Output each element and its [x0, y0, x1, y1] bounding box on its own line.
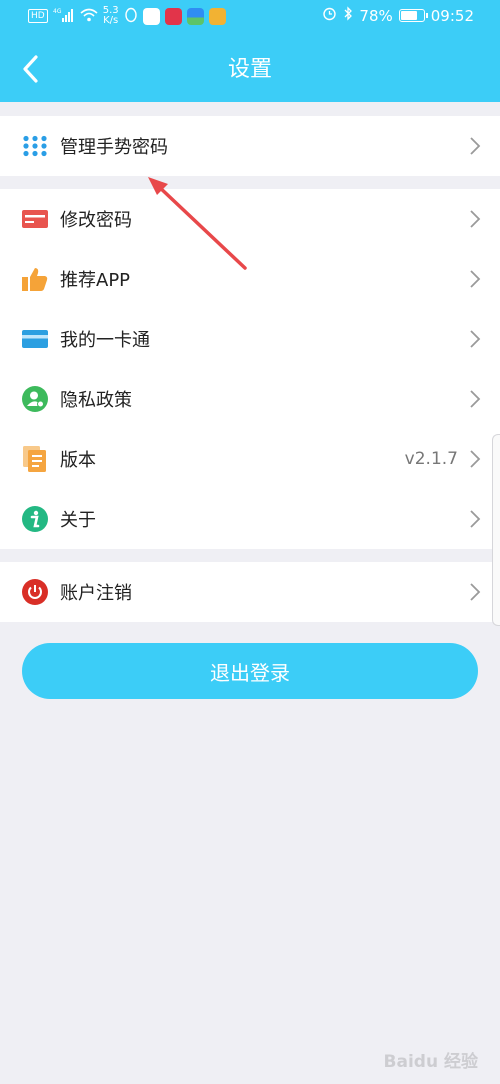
- signal-tag: 4G: [53, 8, 62, 15]
- settings-group-gesture: 管理手势密码: [0, 116, 500, 176]
- settings-item-label: 推荐APP: [60, 270, 131, 291]
- settings-item-cancel-account[interactable]: 账户注销: [0, 562, 500, 622]
- settings-group-main: 修改密码 推荐APP 我的一卡通 隐私政策 版本 v2.1.7 关于: [0, 189, 500, 549]
- chevron-right-icon: [470, 583, 481, 601]
- card-password-icon: [22, 206, 48, 232]
- chevron-right-icon: [470, 330, 481, 348]
- wifi-icon: [80, 8, 98, 25]
- settings-item-recommend-app[interactable]: 推荐APP: [0, 249, 500, 309]
- qq-icon: [124, 7, 138, 26]
- chevron-right-icon: [470, 210, 481, 228]
- settings-item-campus-card[interactable]: 我的一卡通: [0, 309, 500, 369]
- chevron-right-icon: [470, 450, 481, 468]
- bluetooth-icon: [343, 6, 353, 25]
- chevron-right-icon: [470, 510, 481, 528]
- chevron-right-icon: [470, 270, 481, 288]
- battery-icon: [398, 9, 428, 22]
- app-notification-icon-3: [186, 7, 204, 25]
- hd-badge: HD: [28, 9, 48, 23]
- user-shield-icon: [22, 386, 48, 412]
- settings-group-account: 账户注销: [0, 562, 500, 622]
- settings-item-about[interactable]: 关于: [0, 489, 500, 549]
- signal-icon: 4G: [53, 8, 75, 25]
- app-header: HD 4G 5.3 K/s 78% 09:52 设置: [0, 0, 500, 102]
- settings-item-label: 修改密码: [60, 210, 132, 231]
- app-notification-icon-4: [208, 7, 226, 25]
- settings-item-version[interactable]: 版本 v2.1.7: [0, 429, 500, 489]
- chevron-right-icon: [470, 390, 481, 408]
- battery-fill: [400, 11, 417, 20]
- version-value: v2.1.7: [404, 449, 458, 469]
- app-notification-icon-2: [164, 7, 182, 25]
- edge-scroll-handle[interactable]: [492, 434, 500, 626]
- baidu-watermark: Baidu 经验: [383, 1052, 478, 1072]
- clock: 09:52: [430, 6, 474, 25]
- app-notification-icon-1: [142, 7, 160, 25]
- settings-item-label: 版本: [60, 450, 96, 471]
- settings-item-label: 我的一卡通: [60, 330, 150, 351]
- annotation-arrow: [148, 177, 247, 270]
- settings-item-gesture-password[interactable]: 管理手势密码: [0, 116, 500, 176]
- logout-button[interactable]: 退出登录: [22, 643, 478, 699]
- settings-item-privacy-policy[interactable]: 隐私政策: [0, 369, 500, 429]
- settings-item-label: 隐私政策: [60, 390, 132, 411]
- status-bar: HD 4G 5.3 K/s 78% 09:52: [0, 0, 500, 36]
- document-stack-icon: [22, 446, 48, 472]
- settings-item-change-password[interactable]: 修改密码: [0, 189, 500, 249]
- battery-percent: 78%: [359, 6, 393, 25]
- alarm-icon: [322, 6, 337, 25]
- page-title: 设置: [227, 57, 272, 82]
- network-speed: 5.3 K/s: [103, 6, 119, 26]
- chevron-right-icon: [470, 137, 481, 155]
- settings-item-label: 管理手势密码: [60, 137, 168, 158]
- settings-item-label: 账户注销: [60, 583, 132, 604]
- keypad-icon: [22, 133, 48, 159]
- thumbs-up-icon: [22, 266, 48, 292]
- settings-item-label: 关于: [60, 510, 96, 531]
- bank-card-icon: [22, 326, 48, 352]
- power-icon: [22, 579, 48, 605]
- speed-unit: K/s: [103, 15, 119, 26]
- info-icon: [22, 506, 48, 532]
